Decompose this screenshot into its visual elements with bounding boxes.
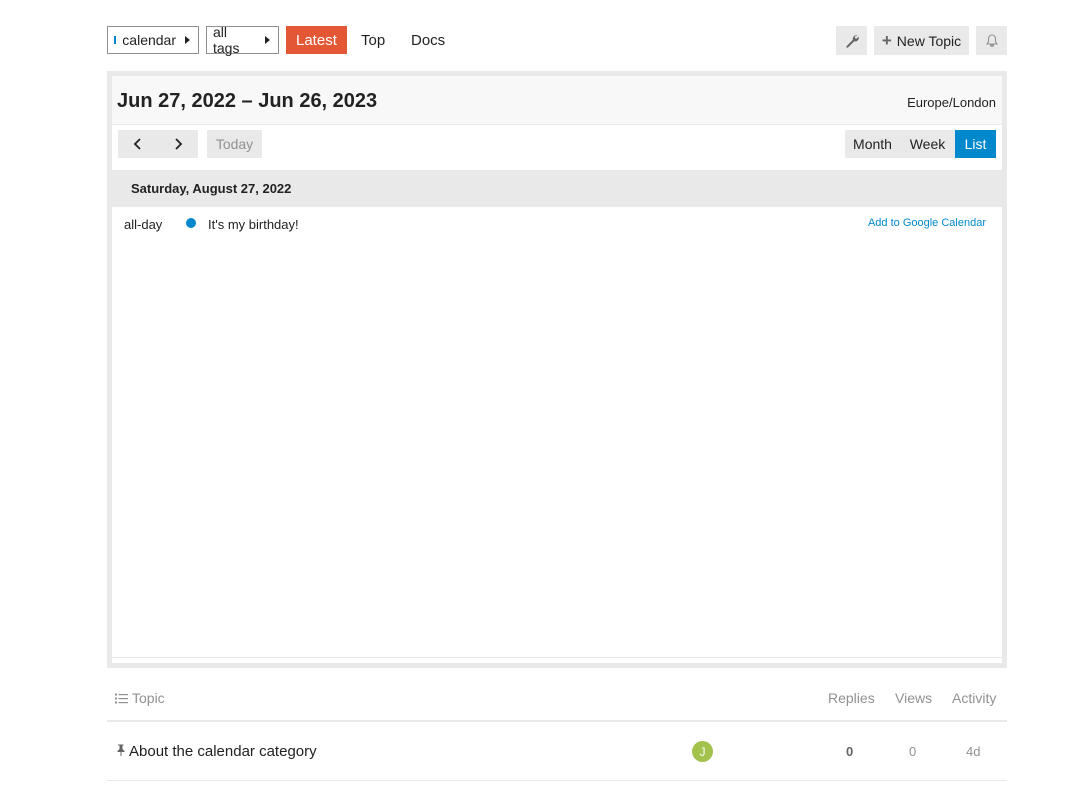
calendar-panel: Jun 27, 2022 – Jun 26, 2023 Europe/Londo… [107, 71, 1007, 668]
new-topic-label: New Topic [896, 32, 962, 49]
view-month-button[interactable]: Month [845, 130, 900, 158]
topic-column-header[interactable]: Topic [115, 690, 165, 706]
calendar-title: Jun 27, 2022 – Jun 26, 2023 [117, 90, 378, 112]
pin-icon [117, 744, 125, 756]
category-label: calendar [122, 32, 176, 48]
category-dropdown[interactable]: calendar [107, 26, 199, 54]
event-color-dot [186, 218, 196, 228]
new-topic-button[interactable]: + New Topic [874, 26, 969, 55]
add-to-google-calendar-link[interactable]: Add to Google Calendar [868, 217, 986, 229]
chevron-left-icon [133, 138, 141, 150]
list-icon [115, 693, 128, 703]
list-day-header: Saturday, August 27, 2022 [112, 170, 1002, 207]
calendar-divider [112, 657, 1002, 658]
calendar-header: Jun 27, 2022 – Jun 26, 2023 Europe/Londo… [112, 76, 1002, 125]
chevron-right-icon [175, 138, 183, 150]
tags-dropdown[interactable]: all tags [206, 24, 279, 56]
plus-icon: + [881, 30, 892, 50]
activity-age[interactable]: 4d [966, 744, 980, 759]
activity-column-header[interactable]: Activity [952, 690, 996, 706]
nav-latest[interactable]: Latest [286, 26, 347, 54]
calendar-toolbar: Today Month Week List [112, 125, 1002, 170]
view-list-button[interactable]: List [955, 130, 996, 158]
views-column-header[interactable]: Views [895, 690, 932, 706]
event-time: all-day [124, 217, 163, 232]
tags-label: all tags [213, 24, 240, 56]
topic-header-label: Topic [132, 690, 165, 706]
caret-right-icon [265, 36, 270, 44]
nav-docs[interactable]: Docs [401, 26, 455, 54]
timezone-label: Europe/London [907, 95, 996, 110]
navigation-bar: calendar all tags Latest Top Docs + New … [107, 24, 1007, 56]
notifications-button[interactable] [976, 26, 1007, 55]
avatar[interactable]: J [692, 741, 713, 762]
admin-wrench-button[interactable] [836, 26, 867, 55]
topic-list-header: Topic Replies Views Activity [107, 684, 1007, 722]
prev-button[interactable] [118, 130, 158, 158]
views-count: 0 [909, 744, 917, 759]
caret-right-icon [185, 36, 190, 44]
replies-column-header[interactable]: Replies [828, 690, 875, 706]
nav-top[interactable]: Top [351, 26, 395, 54]
next-button[interactable] [158, 130, 198, 158]
table-row: About the calendar category J 0 0 4d [107, 722, 1007, 781]
event-row[interactable]: all-day It's my birthday! Add to Google … [112, 207, 1002, 241]
wrench-icon [845, 34, 859, 48]
replies-count: 0 [846, 744, 854, 759]
category-color-badge [114, 36, 117, 44]
view-week-button[interactable]: Week [900, 130, 955, 158]
topic-title-link[interactable]: About the calendar category [129, 743, 317, 760]
bell-icon [985, 34, 998, 47]
today-button[interactable]: Today [207, 130, 262, 158]
day-heading: Saturday, August 27, 2022 [131, 181, 292, 196]
event-title[interactable]: It's my birthday! [208, 217, 299, 232]
